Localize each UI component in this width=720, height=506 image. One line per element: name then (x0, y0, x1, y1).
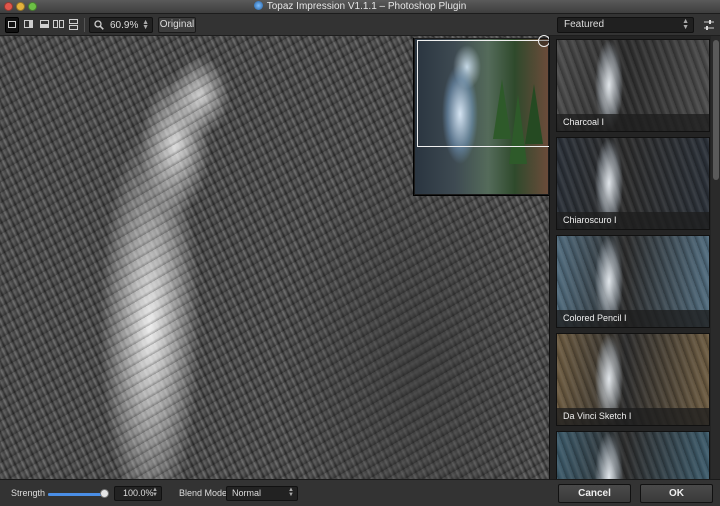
navigator-viewport-rect[interactable] (417, 40, 549, 147)
stacked-bottom-icon (69, 25, 78, 30)
split-vertical-view-button[interactable] (22, 17, 36, 33)
sliders-settings-icon[interactable] (702, 18, 716, 32)
preset-label: Da Vinci Sketch I (557, 408, 709, 425)
toolbar: 60.9% ▲ ▼ Original Featured ▲ ▼ (0, 14, 720, 36)
side-by-side-left-icon (53, 20, 58, 28)
split-horizontal-view-button[interactable] (38, 17, 52, 33)
preset-thumbnail[interactable]: Colored Pencil I (556, 235, 710, 328)
topaz-icon (253, 1, 263, 10)
strength-stepper-icon[interactable]: ▲ ▼ (152, 487, 158, 498)
bottom-bar: Strength 100.0% ▲ ▼ Blend Mode Normal ▲ ▼ … (0, 479, 720, 506)
select-arrows-icon: ▲ ▼ (288, 487, 294, 498)
strength-field[interactable]: 100.0% ▲ ▼ (114, 486, 162, 501)
blend-mode-label: Blend Mode (179, 488, 228, 498)
stacked-view-button[interactable] (67, 17, 81, 33)
toolbar-divider (84, 18, 85, 32)
split-horizontal-icon (40, 20, 49, 28)
preset-label: Charcoal I (557, 114, 709, 131)
window-title: Topaz Impression V1.1.1 – Photoshop Plug… (266, 1, 467, 12)
select-arrows-icon: ▲ ▼ (682, 18, 689, 31)
blend-mode-value: Normal (232, 488, 262, 498)
magnifier-icon (94, 20, 104, 30)
side-by-side-right-icon (59, 20, 64, 28)
side-by-side-view-button[interactable] (52, 17, 66, 33)
strength-value: 100.0% (123, 488, 154, 498)
preset-category-select[interactable]: Featured ▲ ▼ (557, 17, 694, 33)
stacked-top-icon (69, 19, 78, 24)
cancel-button[interactable]: Cancel (558, 484, 631, 503)
strength-slider-fill (48, 493, 104, 496)
zoom-stepper-icon[interactable]: ▲ ▼ (142, 19, 149, 31)
preset-scroll-thumb[interactable] (713, 40, 719, 180)
zoom-value: 60.9% (110, 20, 139, 31)
navigator-thumbnail[interactable] (413, 38, 549, 196)
preset-panel: Charcoal I Chiaroscuro I Colored Pencil I D… (549, 36, 720, 506)
original-button[interactable]: Original (158, 17, 196, 33)
preset-thumbnail[interactable]: Da Vinci Sketch I (556, 333, 710, 426)
strength-label: Strength (11, 488, 46, 498)
zoom-field[interactable]: 60.9% ▲ ▼ (89, 17, 153, 33)
preset-label: Colored Pencil I (557, 310, 709, 327)
preset-label: Chiaroscuro I (557, 212, 709, 229)
strength-slider-knob[interactable] (100, 489, 109, 498)
preset-category-value: Featured (564, 19, 605, 30)
preset-scrollbar[interactable] (711, 36, 720, 479)
single-view-button[interactable] (5, 17, 19, 33)
blend-mode-select[interactable]: Normal ▲ ▼ (226, 486, 298, 501)
window-title-wrap: Topaz Impression V1.1.1 – Photoshop Plug… (0, 1, 720, 13)
preset-thumbnail[interactable]: Charcoal I (556, 39, 710, 132)
single-view-icon (8, 21, 16, 28)
ok-button[interactable]: OK (640, 484, 713, 503)
strength-slider[interactable] (48, 493, 104, 496)
title-bar: Topaz Impression V1.1.1 – Photoshop Plug… (0, 0, 720, 14)
split-vertical-icon (24, 20, 33, 28)
preset-thumbnail[interactable]: Chiaroscuro I (556, 137, 710, 230)
